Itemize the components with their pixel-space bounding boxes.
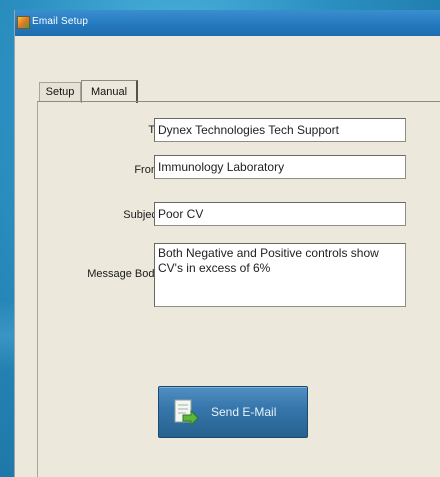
send-document-icon bbox=[174, 399, 199, 427]
window-title: Email Setup bbox=[32, 16, 89, 27]
message-body-field[interactable]: Both Negative and Positive controls show… bbox=[154, 243, 406, 307]
tab-setup[interactable]: Setup bbox=[39, 82, 81, 102]
email-setup-window: Email Setup Setup Manual To From Subject… bbox=[14, 10, 440, 477]
send-email-button[interactable]: Send E-Mail bbox=[158, 386, 308, 438]
tab-manual[interactable]: Manual bbox=[81, 80, 138, 103]
message-body-label: Message Body bbox=[87, 268, 160, 280]
subject-label: Subject bbox=[123, 209, 160, 221]
to-label: To bbox=[40, 124, 160, 136]
window-titlebar[interactable]: Email Setup bbox=[15, 10, 440, 36]
app-icon bbox=[17, 16, 30, 29]
subject-field[interactable] bbox=[154, 202, 406, 226]
to-field[interactable] bbox=[154, 118, 406, 142]
from-field[interactable] bbox=[154, 155, 406, 179]
send-email-label: Send E-Mail bbox=[211, 405, 277, 419]
from-label: From bbox=[134, 164, 160, 176]
